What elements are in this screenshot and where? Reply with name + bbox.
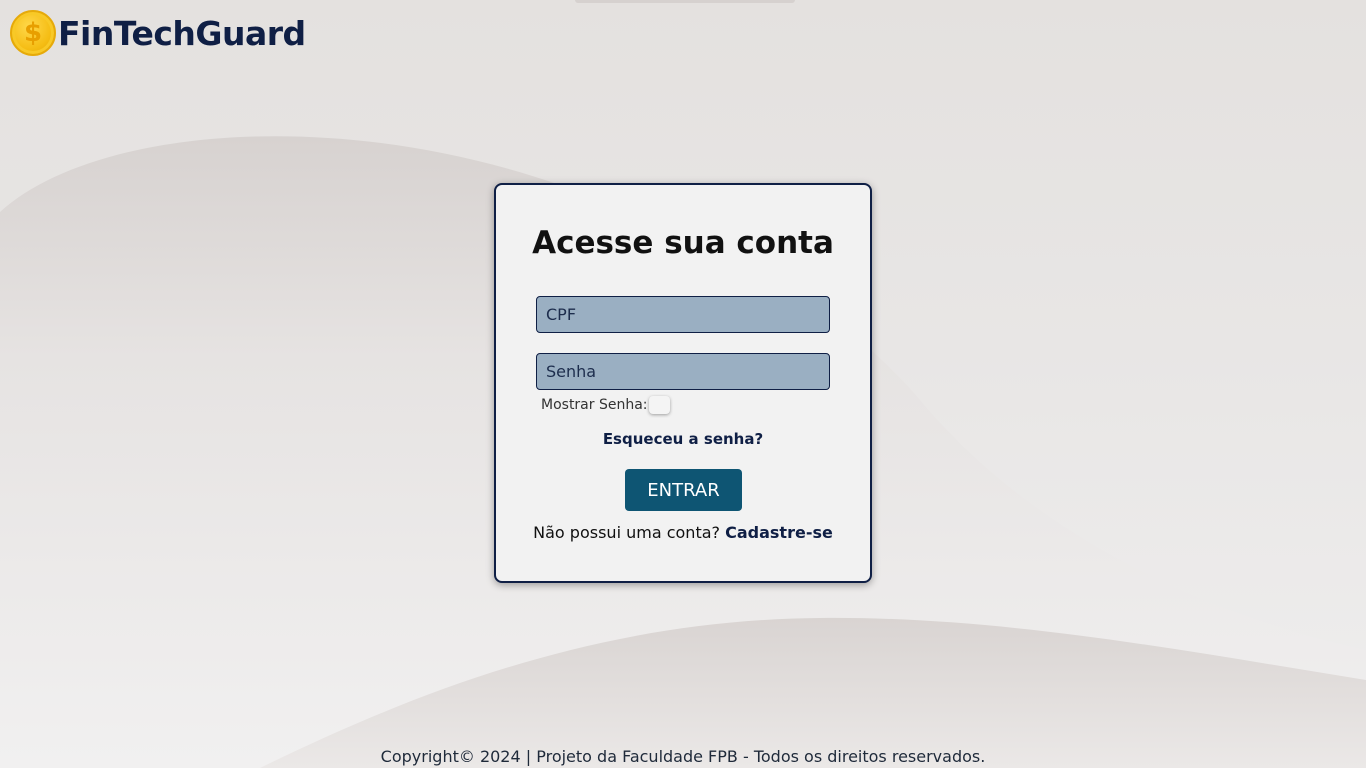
brand-name: FinTechGuard [58,13,306,53]
coin-symbol: $ [23,18,43,48]
signup-link[interactable]: Cadastre-se [725,523,833,542]
coin-dollar-icon: $ [10,10,56,56]
no-account-text: Não possui uma conta? [533,523,721,542]
brand-logo[interactable]: $ FinTechGuard [10,10,306,56]
show-password-row: Mostrar Senha: [541,396,670,414]
submit-button[interactable]: ENTRAR [625,469,742,511]
signup-row: Não possui uma conta? Cadastre-se [496,523,870,542]
footer-copyright: Copyright© 2024 | Projeto da Faculdade F… [380,747,986,766]
login-title: Acesse sua conta [532,225,834,261]
show-password-checkbox[interactable] [648,396,670,414]
top-shade [575,0,795,3]
forgot-password-link[interactable]: Esqueceu a senha? [496,430,870,448]
password-input[interactable] [536,353,830,390]
show-password-label: Mostrar Senha: [541,397,648,413]
cpf-input[interactable] [536,296,830,333]
login-card: Acesse sua conta Mostrar Senha: Esqueceu… [494,183,872,583]
